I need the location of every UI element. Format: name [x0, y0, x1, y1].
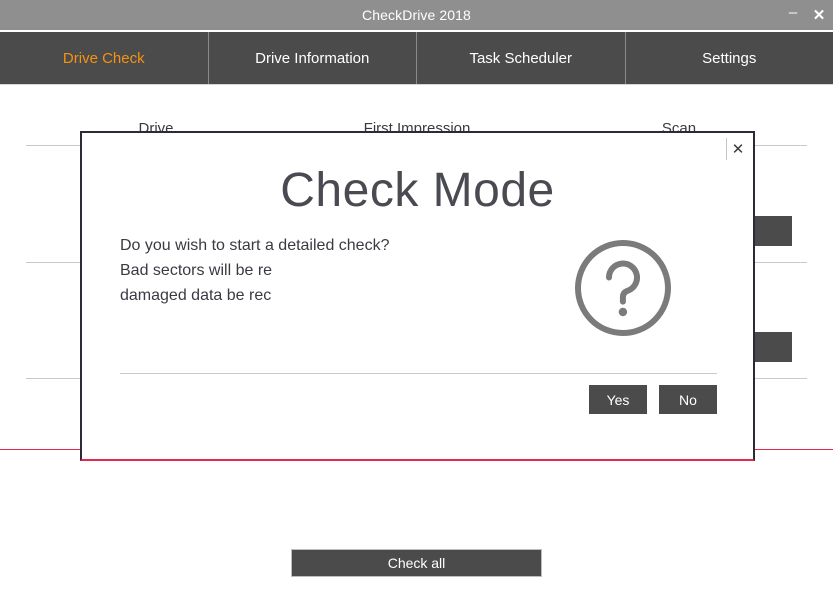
check-mode-dialog: ✕ Check Mode Do you wish to start a deta… [80, 131, 755, 461]
tab-bar: Drive Check Drive Information Task Sched… [0, 32, 833, 85]
dialog-message-line: damaged data be rec [120, 283, 465, 308]
no-button[interactable]: No [659, 385, 717, 414]
tab-task-scheduler[interactable]: Task Scheduler [417, 32, 626, 84]
tab-settings[interactable]: Settings [626, 32, 833, 84]
dialog-divider [120, 373, 717, 374]
window-title: CheckDrive 2018 [0, 0, 833, 30]
minimize-button[interactable]: – [785, 5, 801, 20]
title-bar: CheckDrive 2018 – ✕ [0, 0, 833, 31]
dialog-button-group: Yes No [589, 385, 717, 414]
dialog-message: Do you wish to start a detailed check? B… [120, 233, 560, 315]
dialog-message-line: Do you wish to start a detailed check? [120, 233, 560, 258]
tab-drive-information[interactable]: Drive Information [209, 32, 418, 84]
question-mark-icon [571, 236, 675, 340]
tab-drive-check[interactable]: Drive Check [0, 32, 209, 84]
close-window-button[interactable]: ✕ [811, 8, 827, 23]
window-controls: – ✕ [785, 0, 827, 30]
footer-clipped-text [0, 586, 833, 590]
check-all-button[interactable]: Check all [291, 549, 542, 577]
yes-button[interactable]: Yes [589, 385, 647, 414]
application-window: CheckDrive 2018 – ✕ Drive Check Drive In… [0, 0, 833, 590]
dialog-close-icon[interactable]: ✕ [726, 138, 749, 160]
dialog-message-line: Bad sectors will be re [120, 258, 460, 283]
dialog-title: Check Mode [82, 163, 753, 218]
